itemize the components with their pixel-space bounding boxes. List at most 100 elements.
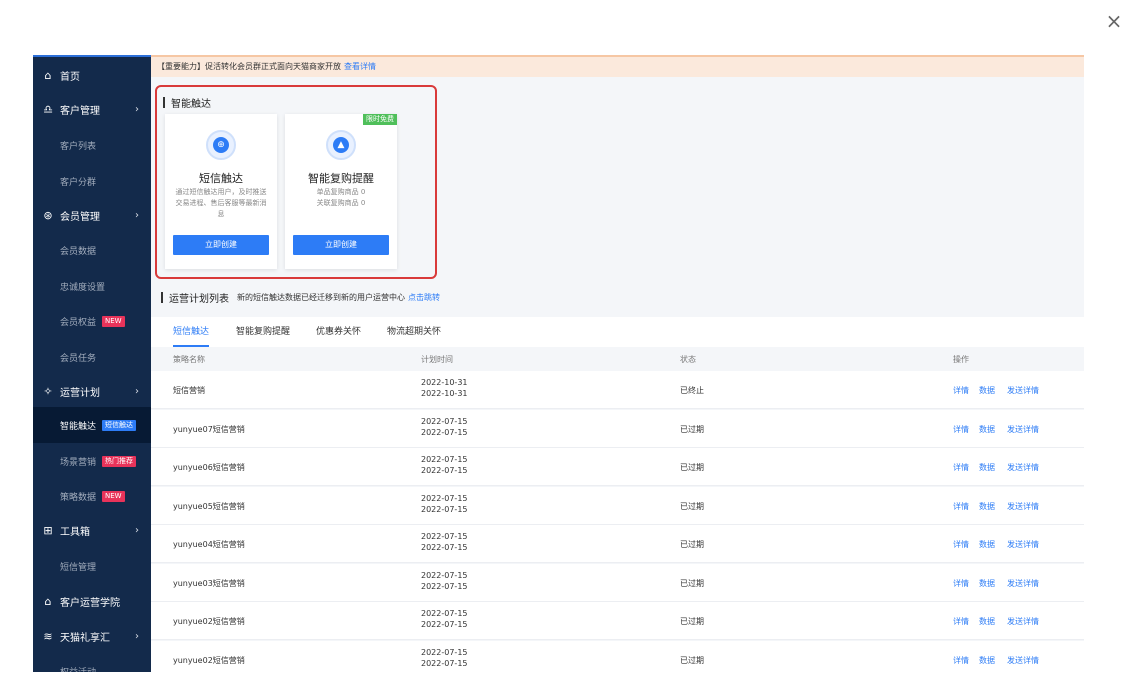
table-row: yunyue02短信营销 2022-07-15 2022-07-15 已过期 详情 数据 发… — [151, 640, 1084, 672]
detail-link[interactable]: 详情 — [953, 539, 969, 550]
close-icon[interactable]: × — [1103, 10, 1125, 32]
nav-label: 会员数据 — [60, 246, 97, 257]
detail-link[interactable]: 详情 — [953, 578, 969, 589]
sidebar-item-10[interactable]: 智能触达 短信触达 — [33, 407, 151, 443]
sidebar-item-8[interactable]: 会员任务 — [33, 339, 151, 375]
detail-link[interactable]: 详情 — [953, 462, 969, 473]
table-row: yunyue03短信营销 2022-07-15 2022-07-15 已过期 详情 数据 发… — [151, 563, 1084, 602]
detail-link[interactable]: 详情 — [953, 385, 969, 396]
chevron-right-icon: › — [135, 209, 139, 221]
sidebar-item-14[interactable]: 短信管理 — [33, 548, 151, 584]
plan-list-header: 运营计划列表 新的短信触达数据已经迁移到新的用户运营中心 点击跳转 — [161, 290, 440, 305]
smart-reach-title: 智能触达 — [163, 95, 211, 110]
table-row: yunyue04短信营销 2022-07-15 2022-07-15 已过期 详情 数据 发… — [151, 525, 1084, 563]
data-link[interactable]: 数据 — [979, 424, 995, 435]
status-text: 已过期 — [680, 501, 704, 511]
detail-link[interactable]: 详情 — [953, 501, 969, 512]
sms-card-title: 短信触达 — [199, 172, 243, 185]
nav-tag-badge: NEW — [102, 490, 125, 502]
nav-icon: ⊞ — [43, 523, 53, 537]
send-detail-link[interactable]: 发送详情 — [1007, 616, 1039, 627]
strategy-name: yunyue04短信营销 — [173, 540, 245, 549]
strategy-name: yunyue02短信营销 — [173, 617, 245, 626]
sms-reach-card: ⊕ 短信触达 通过短信触达用户，及时推送交易进程、售后客服等最新消息 立即创建 — [165, 114, 277, 269]
data-link[interactable]: 数据 — [979, 501, 995, 512]
sidebar-group-9[interactable]: ✧ 运营计划 › — [33, 373, 151, 409]
nav-icon: ✧ — [43, 384, 53, 398]
sidebar-item-2[interactable]: 客户列表 — [33, 127, 151, 163]
data-link[interactable]: 数据 — [979, 655, 995, 666]
nav-label: 客户列表 — [60, 141, 97, 152]
send-detail-link[interactable]: 发送详情 — [1007, 385, 1039, 396]
sidebar-item-12[interactable]: 策略数据 NEW — [33, 478, 151, 514]
tab-coupon-care[interactable]: 优惠券关怀 — [316, 317, 361, 347]
data-link[interactable]: 数据 — [979, 616, 995, 627]
data-link[interactable]: 数据 — [979, 385, 995, 396]
strategy-name: 短信营销 — [173, 386, 205, 395]
nav-icon: ⌂ — [44, 594, 52, 608]
bell-icon: ▲ — [326, 130, 356, 160]
status-text: 已过期 — [680, 578, 704, 588]
nav-label: 会员任务 — [60, 353, 97, 364]
sidebar-item-5[interactable]: 会员数据 — [33, 232, 151, 268]
sidebar-item-3[interactable]: 客户分群 — [33, 163, 151, 199]
header-status: 状态 — [680, 355, 696, 364]
strategy-name: yunyue07短信营销 — [173, 424, 245, 434]
plan-time: 2022-07-15 2022-07-15 — [421, 647, 468, 668]
sidebar-item-6[interactable]: 忠诚度设置 — [33, 268, 151, 304]
data-link[interactable]: 数据 — [979, 462, 995, 473]
sidebar-item-17[interactable]: 权益活动 — [33, 653, 151, 673]
sidebar-group-13[interactable]: ⊞ 工具箱 › — [33, 512, 151, 548]
nav-label: 天猫礼享汇 — [60, 632, 110, 644]
send-detail-link[interactable]: 发送详情 — [1007, 578, 1039, 589]
plan-list-notice: 新的短信触达数据已经迁移到新的用户运营中心 — [237, 293, 405, 302]
table-row: yunyue02短信营销 2022-07-15 2022-07-15 已过期 详情 数据 发… — [151, 602, 1084, 640]
sidebar-group-1[interactable]: ♎ 客户管理 › — [33, 91, 151, 127]
create-sms-button[interactable]: 立即创建 — [173, 235, 269, 255]
sms-card-desc: 通过短信触达用户，及时推送交易进程、售后客服等最新消息 — [175, 188, 267, 218]
table-row: yunyue05短信营销 2022-07-15 2022-07-15 已过期 详情 数据 发… — [151, 486, 1084, 525]
create-repurchase-button[interactable]: 立即创建 — [293, 235, 389, 255]
table-row: yunyue07短信营销 2022-07-15 2022-07-15 已过期 详情 数据 发… — [151, 409, 1084, 448]
sidebar-group-0[interactable]: ⌂ 首页 — [33, 57, 151, 93]
data-link[interactable]: 数据 — [979, 539, 995, 550]
detail-link[interactable]: 详情 — [953, 424, 969, 435]
send-detail-link[interactable]: 发送详情 — [1007, 462, 1039, 473]
nav-label: 工具箱 — [60, 526, 90, 538]
repurchase-card: 限时免费 ▲ 智能复购提醒 单品复购商品 0 关联复购商品 0 立即创建 — [285, 114, 397, 269]
sidebar-group-4[interactable]: ⊛ 会员管理 › — [33, 197, 151, 233]
plan-time: 2022-07-15 2022-07-15 — [421, 493, 468, 514]
repurchase-card-desc: 单品复购商品 0 关联复购商品 0 — [316, 188, 366, 207]
nav-tag-badge: NEW — [102, 315, 125, 327]
sidebar-group-16[interactable]: ≋ 天猫礼享汇 › — [33, 618, 151, 654]
strategy-name: yunyue03短信营销 — [173, 578, 245, 588]
sidebar-group-15[interactable]: ⌂ 客户运营学院 — [33, 583, 151, 619]
send-detail-link[interactable]: 发送详情 — [1007, 424, 1039, 435]
tab-logistics-care[interactable]: 物流超期关怀 — [387, 317, 441, 347]
nav-icon: ≋ — [43, 629, 53, 643]
nav-label: 客户运营学院 — [60, 597, 120, 609]
table-row: 短信营销 2022-10-31 2022-10-31 已终止 详情 数据 发送详情 — [151, 371, 1084, 409]
banner-link[interactable]: 查看详情 — [344, 62, 376, 71]
sidebar-item-7[interactable]: 会员权益 NEW — [33, 303, 151, 339]
send-detail-link[interactable]: 发送详情 — [1007, 539, 1039, 550]
detail-link[interactable]: 详情 — [953, 655, 969, 666]
plan-list-notice-link[interactable]: 点击跳转 — [408, 292, 440, 303]
data-link[interactable]: 数据 — [979, 578, 995, 589]
tab-sms-reach[interactable]: 短信触达 — [173, 317, 210, 347]
title-bar — [161, 292, 163, 303]
tab-repurchase[interactable]: 智能复购提醒 — [236, 317, 290, 347]
sidebar: ⌂ 首页 ♎ 客户管理 › 客户列表客户分群 ⊛ 会员管理 › 会员数据忠诚度设置 会员权益 NEW 会… — [33, 55, 151, 672]
status-text: 已终止 — [680, 386, 704, 395]
main-content: 【重要能力】促活转化会员群正式面向天猫商家开放 查看详情 智能触达 ⊕ 短信触达 … — [151, 55, 1084, 672]
plan-tabs: 短信触达 智能复购提醒 优惠券关怀 物流超期关怀 — [151, 317, 1084, 347]
send-detail-link[interactable]: 发送详情 — [1007, 501, 1039, 512]
send-detail-link[interactable]: 发送详情 — [1007, 655, 1039, 666]
smart-reach-title-text: 智能触达 — [171, 99, 211, 110]
smart-reach-panel: 智能触达 ⊕ 短信触达 通过短信触达用户，及时推送交易进程、售后客服等最新消息 … — [155, 85, 437, 279]
strategy-name: yunyue05短信营销 — [173, 501, 245, 511]
detail-link[interactable]: 详情 — [953, 616, 969, 627]
header-plan-time: 计划时间 — [421, 355, 453, 364]
chevron-right-icon: › — [135, 524, 139, 536]
sidebar-item-11[interactable]: 场景营销 热门推荐 — [33, 443, 151, 479]
